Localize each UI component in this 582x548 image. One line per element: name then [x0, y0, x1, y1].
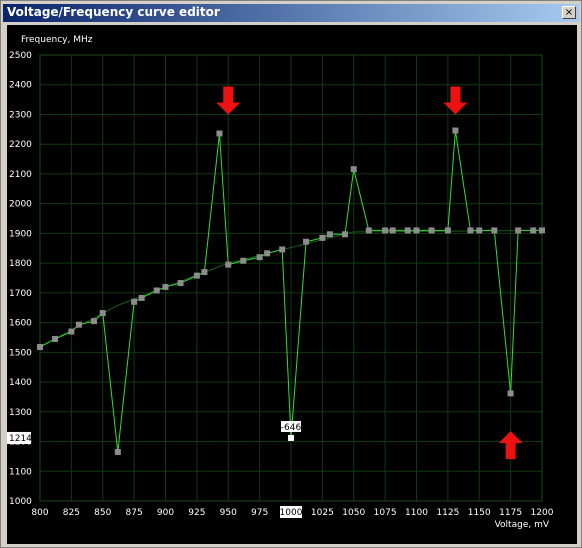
x-tick-label: 825	[63, 508, 80, 518]
x-tick-label: 925	[188, 508, 205, 518]
curve-point[interactable]	[90, 318, 97, 325]
curve-point[interactable]	[303, 238, 310, 245]
chart-area[interactable]: Frequency, MHz Voltage, mV 1000 1100 1200 130…	[7, 25, 577, 544]
curve-point[interactable]	[193, 272, 200, 279]
x-tick-label: 1150	[468, 508, 491, 518]
curve-point[interactable]	[216, 130, 223, 137]
curve-point[interactable]	[326, 231, 333, 238]
curve-point[interactable]	[37, 343, 43, 350]
curve-point[interactable]	[240, 257, 247, 264]
curve-point[interactable]	[507, 390, 514, 397]
curve-point[interactable]	[114, 448, 121, 455]
curve-point[interactable]	[201, 269, 208, 276]
curve-point[interactable]	[138, 294, 145, 301]
x-axis-title: Voltage, mV	[495, 520, 550, 530]
title-bar[interactable]: Voltage/Frequency curve editor ×	[3, 4, 579, 22]
arrow-down-icon	[443, 86, 468, 115]
y-tick-label: 2300	[9, 110, 32, 120]
x-tick-label: 975	[251, 508, 268, 518]
y-tick-label: 2400	[9, 81, 32, 91]
curve-point[interactable]	[413, 227, 420, 234]
x-tick-label: 900	[157, 508, 174, 518]
window-title: Voltage/Frequency curve editor	[7, 5, 220, 19]
y-tick-label: 1700	[9, 289, 32, 299]
curve-point[interactable]	[539, 227, 545, 234]
curve-point[interactable]	[365, 227, 372, 234]
curve-point[interactable]	[52, 335, 59, 342]
curve-point[interactable]	[389, 227, 396, 234]
curve-point[interactable]	[382, 227, 389, 234]
selected-point[interactable]	[288, 434, 294, 441]
curve-point[interactable]	[428, 227, 435, 234]
cursor-frequency-readout: 1214	[9, 434, 32, 444]
curve-point[interactable]	[404, 227, 411, 234]
curve-point[interactable]	[177, 280, 184, 287]
y-tick-label: 1900	[9, 229, 32, 239]
curve-point[interactable]	[530, 227, 537, 234]
x-tick-label: 1075	[374, 508, 397, 518]
curve-point[interactable]	[319, 234, 326, 241]
curve-point[interactable]	[162, 283, 169, 290]
arrow-down-icon	[216, 86, 241, 115]
close-button[interactable]: ×	[562, 6, 576, 19]
curve-point[interactable]	[256, 254, 263, 261]
y-tick-label: 1400	[9, 378, 32, 388]
y-tick-label: 2200	[9, 140, 32, 150]
y-tick-label: 2000	[9, 200, 32, 210]
x-tick-label: 800	[31, 508, 48, 518]
arrow-up-icon	[498, 431, 523, 460]
x-tick-label: 1025	[311, 508, 334, 518]
x-tick-label: 1100	[405, 508, 428, 518]
curve-point[interactable]	[452, 127, 459, 134]
y-tick-label: 1300	[9, 408, 32, 418]
curve-point[interactable]	[153, 287, 160, 294]
x-tick-label: 1125	[436, 508, 459, 518]
y-tick-label: 1800	[9, 259, 32, 269]
curve-point[interactable]	[350, 166, 357, 173]
y-tick-label: 2500	[9, 51, 32, 61]
x-tick-label: 1000	[280, 508, 303, 518]
curve-point[interactable]	[491, 227, 498, 234]
y-tick-label: 1600	[9, 319, 32, 329]
curve-point[interactable]	[99, 310, 106, 317]
y-tick-label: 2100	[9, 170, 32, 180]
curve-point[interactable]	[131, 298, 138, 305]
x-tick-label: 1050	[342, 508, 365, 518]
curve-point[interactable]	[515, 227, 522, 234]
x-tick-label: 1200	[531, 508, 554, 518]
curve-point[interactable]	[444, 227, 451, 234]
y-tick-label: 1000	[9, 497, 32, 507]
curve-point[interactable]	[279, 246, 286, 253]
curve-point[interactable]	[225, 261, 232, 268]
curve-point[interactable]	[341, 231, 348, 238]
x-tick-label: 850	[94, 508, 111, 518]
curve-point[interactable]	[467, 227, 474, 234]
curve-point[interactable]	[75, 321, 82, 328]
selected-point-offset-label: -646	[281, 423, 302, 433]
y-tick-label: 1500	[9, 348, 32, 358]
x-tick-label: 1175	[499, 508, 522, 518]
y-axis-title: Frequency, MHz	[21, 35, 93, 45]
x-tick-label: 950	[220, 508, 237, 518]
y-tick-label: 1100	[9, 467, 32, 477]
curve-point[interactable]	[476, 227, 483, 234]
curve-point[interactable]	[68, 328, 75, 335]
x-tick-label: 875	[126, 508, 143, 518]
curve-editor-window: Voltage/Frequency curve editor × Frequen…	[0, 0, 582, 548]
vf-curve-chart[interactable]: Frequency, MHz Voltage, mV 1000 1100 1200 130…	[7, 25, 577, 544]
curve-point[interactable]	[264, 250, 271, 257]
